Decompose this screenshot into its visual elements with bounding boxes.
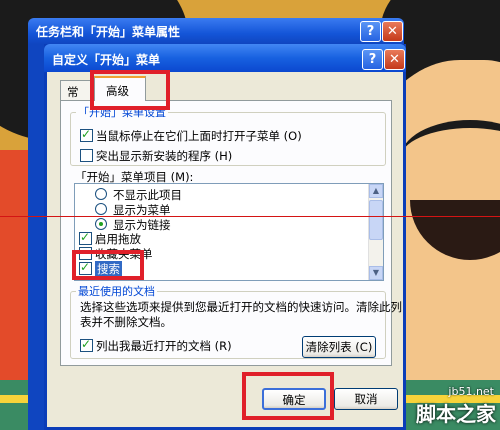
watermark-site: jb51.net xyxy=(448,385,494,398)
radio-show-as-link[interactable] xyxy=(95,218,107,230)
outer-window-titlebar: 任务栏和「开始」菜单属性 xyxy=(28,18,404,44)
scroll-up-icon[interactable]: ▲ xyxy=(369,184,383,198)
outer-close-button[interactable]: ✕ xyxy=(382,21,403,42)
recent-documents-label: 最近使用的文档 xyxy=(76,283,157,299)
enable-drag-drop-checkbox[interactable] xyxy=(79,230,92,245)
recent-documents-description-2: 表并不删除文档。 xyxy=(80,315,172,329)
highlight-new-programs-label: 突出显示新安装的程序 (H) xyxy=(96,149,233,163)
list-recent-documents-checkbox[interactable] xyxy=(80,337,93,352)
dialog-title: 自定义「开始」菜单 xyxy=(52,53,161,67)
list-item: 启用拖放 xyxy=(95,232,141,246)
outer-help-button[interactable]: ? xyxy=(360,21,381,42)
open-submenu-checkbox[interactable] xyxy=(80,127,93,142)
highlight-box-ok xyxy=(242,372,334,420)
list-item: 不显示此项目 xyxy=(113,188,182,202)
highlight-box-search xyxy=(72,250,144,280)
tab-general[interactable]: 常规 xyxy=(60,80,94,115)
clear-list-button[interactable]: 清除列表 (C) xyxy=(302,336,376,358)
open-submenu-label: 当鼠标停止在它们上面时打开子菜单 (O) xyxy=(96,129,302,143)
watermark-brand: 脚本之家 xyxy=(416,402,496,426)
radio-hide-item[interactable] xyxy=(95,188,107,200)
recent-documents-description-1: 选择这些选项来提供到您最近打开的文档的快速访问。清除此列 xyxy=(80,300,402,314)
scroll-down-icon[interactable]: ▼ xyxy=(369,266,383,280)
outer-window-title: 任务栏和「开始」菜单属性 xyxy=(36,25,181,39)
highlight-new-programs-checkbox[interactable] xyxy=(80,149,93,162)
list-scrollbar[interactable]: ▲ ▼ xyxy=(368,184,383,280)
cancel-button[interactable]: 取消 xyxy=(334,388,398,410)
dialog-close-button[interactable]: ✕ xyxy=(384,49,405,70)
dialog-help-button[interactable]: ? xyxy=(362,49,383,70)
list-recent-documents-label: 列出我最近打开的文档 (R) xyxy=(96,339,232,353)
scroll-thumb[interactable] xyxy=(369,200,383,240)
radio-show-as-menu[interactable] xyxy=(95,203,107,215)
dialog-titlebar: 自定义「开始」菜单 xyxy=(44,44,406,72)
red-guide-line xyxy=(0,216,500,217)
highlight-box-advanced-tab xyxy=(90,70,170,110)
